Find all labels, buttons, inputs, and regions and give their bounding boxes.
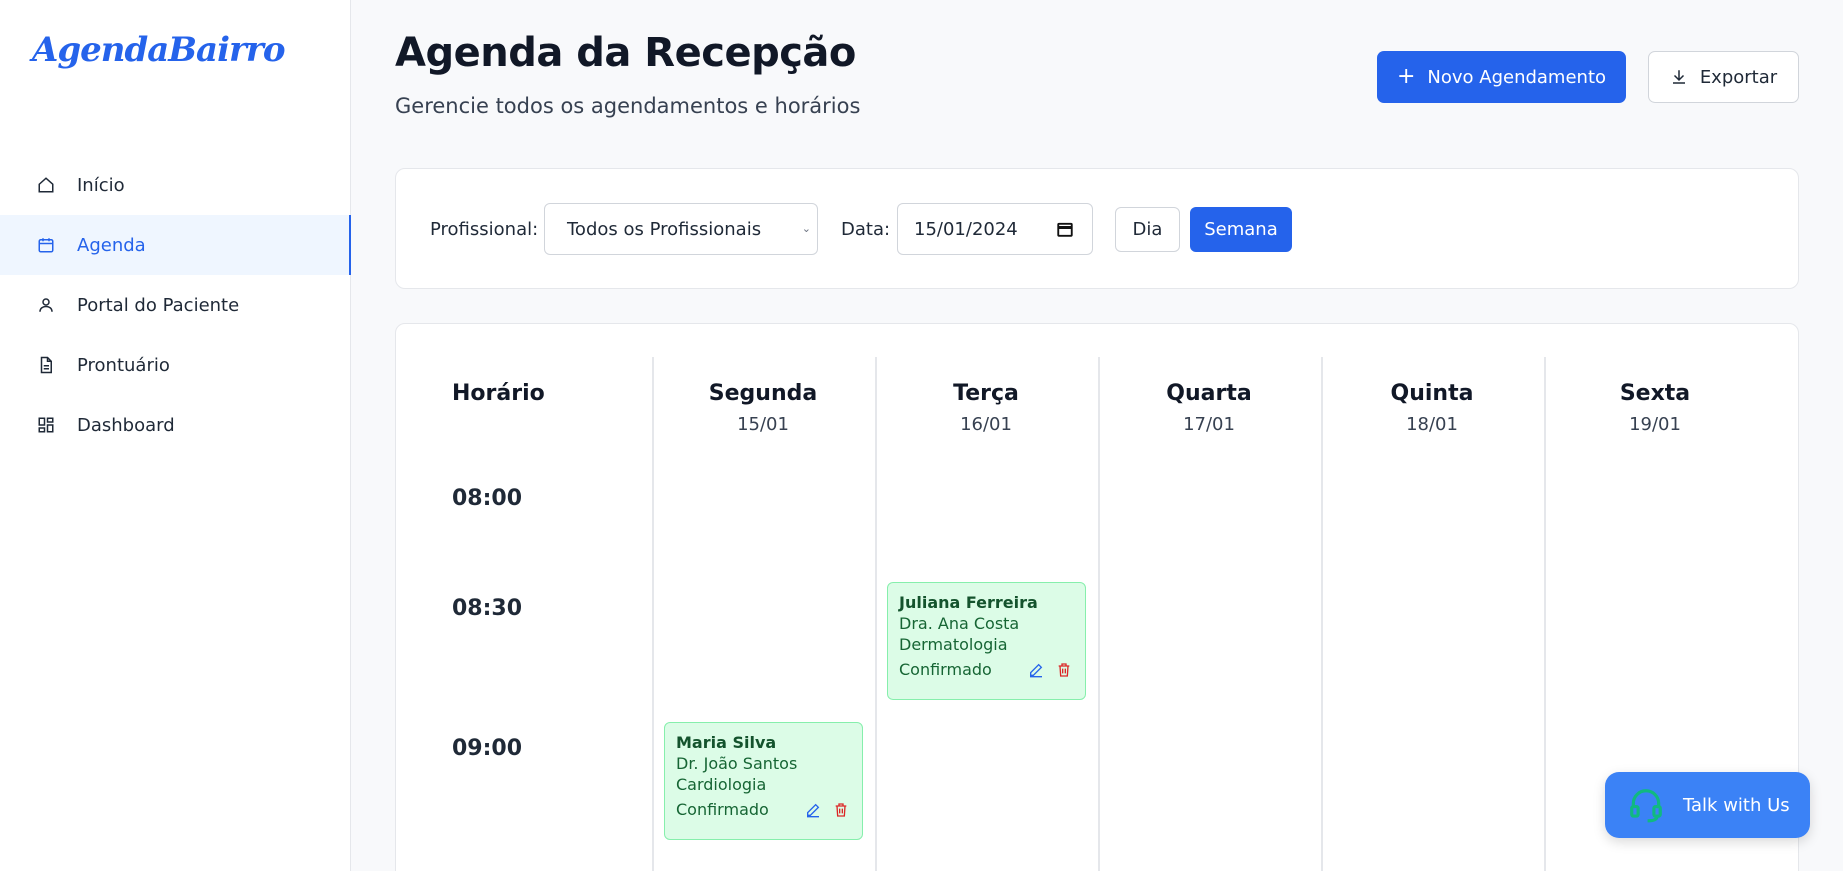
sidebar-item-inicio[interactable]: Início bbox=[0, 155, 351, 215]
sidebar-item-label: Início bbox=[77, 174, 125, 196]
appointment-status: Confirmado bbox=[899, 660, 992, 679]
appointment-footer: Confirmado bbox=[899, 660, 1074, 679]
day-date: 15/01 bbox=[737, 414, 789, 435]
day-date: 16/01 bbox=[960, 414, 1012, 435]
page-title: Agenda da Recepção bbox=[395, 30, 856, 76]
view-week-button[interactable]: Semana bbox=[1190, 207, 1292, 252]
appointment-patient: Maria Silva bbox=[676, 733, 777, 752]
calendar-picker-icon[interactable] bbox=[1056, 220, 1074, 238]
day-date: 17/01 bbox=[1183, 414, 1235, 435]
sidebar-item-label: Agenda bbox=[77, 234, 146, 256]
professional-label: Profissional: bbox=[430, 219, 539, 240]
professional-select[interactable]: Todos os Profissionais ⌄ bbox=[544, 203, 818, 255]
time-slot-label: 08:00 bbox=[452, 486, 523, 511]
appointment-footer: Confirmado bbox=[676, 800, 851, 819]
professional-select-value: Todos os Profissionais bbox=[567, 218, 762, 240]
talk-with-us-button[interactable]: Talk with Us bbox=[1605, 772, 1810, 838]
view-day-button[interactable]: Dia bbox=[1115, 207, 1180, 252]
new-appointment-label: Novo Agendamento bbox=[1427, 66, 1607, 88]
appointment-card[interactable]: Maria Silva Dr. João Santos Cardiologia … bbox=[664, 722, 863, 840]
app-logo[interactable]: AgendaBairro bbox=[32, 30, 285, 70]
appointment-actions bbox=[805, 802, 849, 818]
time-slot-label: 09:00 bbox=[452, 736, 523, 761]
sidebar-item-portal-do-paciente[interactable]: Portal do Paciente bbox=[0, 275, 351, 335]
time-column-header: Horário bbox=[452, 381, 545, 406]
day-header-quinta: Quinta 18/01 bbox=[1322, 381, 1542, 435]
export-button[interactable]: Exportar bbox=[1648, 51, 1799, 103]
appointment-doctor: Dr. João Santos bbox=[676, 754, 798, 773]
day-name: Segunda bbox=[708, 381, 818, 406]
home-icon bbox=[38, 177, 54, 193]
day-name: Quarta bbox=[1166, 381, 1252, 406]
new-appointment-button[interactable]: + Novo Agendamento bbox=[1377, 51, 1626, 103]
filter-card: Profissional: Todos os Profissionais ⌄ D… bbox=[395, 168, 1799, 289]
day-header-terca: Terça 16/01 bbox=[876, 381, 1096, 435]
appointment-doctor: Dra. Ana Costa bbox=[899, 614, 1020, 633]
appointment-specialty: Cardiologia bbox=[676, 775, 767, 794]
day-name: Sexta bbox=[1619, 381, 1691, 406]
headset-icon bbox=[1630, 789, 1662, 823]
day-header-quarta: Quarta 17/01 bbox=[1099, 381, 1319, 435]
day-name: Quinta bbox=[1390, 381, 1474, 406]
sidebar-item-prontuario[interactable]: Prontuário bbox=[0, 335, 351, 395]
export-label: Exportar bbox=[1699, 66, 1778, 88]
day-header-sexta: Sexta 19/01 bbox=[1545, 381, 1765, 435]
day-name: Terça bbox=[953, 381, 1019, 406]
sidebar-nav: Início Agenda Portal do Paciente Prontuá… bbox=[0, 155, 351, 455]
day-date: 19/01 bbox=[1629, 414, 1681, 435]
plus-icon: + bbox=[1396, 64, 1416, 89]
day-header-segunda: Segunda 15/01 bbox=[653, 381, 873, 435]
sidebar: AgendaBairro Início Agenda Portal do Pac… bbox=[0, 0, 351, 871]
day-date: 18/01 bbox=[1406, 414, 1458, 435]
appointment-actions bbox=[1028, 662, 1072, 678]
calendar-icon bbox=[38, 238, 54, 253]
appointment-status: Confirmado bbox=[676, 800, 769, 819]
time-slot-label: 08:30 bbox=[452, 596, 523, 621]
date-input-value: 15/01/2024 bbox=[914, 218, 1018, 240]
chevron-down-icon: ⌄ bbox=[801, 222, 811, 235]
edit-icon[interactable] bbox=[1028, 662, 1044, 678]
talk-with-us-label: Talk with Us bbox=[1683, 794, 1790, 816]
trash-icon[interactable] bbox=[833, 802, 849, 818]
sidebar-item-label: Dashboard bbox=[77, 414, 175, 436]
sidebar-item-label: Portal do Paciente bbox=[77, 294, 240, 316]
download-icon bbox=[1672, 70, 1685, 84]
sidebar-item-dashboard[interactable]: Dashboard bbox=[0, 395, 351, 455]
week-calendar: Horário Segunda 15/01 Terça 16/01 Quarta… bbox=[395, 323, 1799, 871]
edit-icon[interactable] bbox=[805, 802, 821, 818]
appointment-card[interactable]: Juliana Ferreira Dra. Ana Costa Dermatol… bbox=[887, 582, 1086, 700]
dashboard-icon bbox=[38, 417, 54, 433]
document-icon bbox=[40, 356, 52, 374]
date-label: Data: bbox=[841, 219, 891, 240]
sidebar-item-label: Prontuário bbox=[77, 354, 170, 376]
user-icon bbox=[39, 298, 53, 312]
appointment-patient: Juliana Ferreira bbox=[899, 593, 1038, 612]
trash-icon[interactable] bbox=[1056, 662, 1072, 678]
page-subtitle: Gerencie todos os agendamentos e horário… bbox=[395, 94, 861, 118]
appointment-specialty: Dermatologia bbox=[899, 635, 1008, 654]
sidebar-item-agenda[interactable]: Agenda bbox=[0, 215, 351, 275]
date-input[interactable]: 15/01/2024 bbox=[897, 203, 1093, 255]
